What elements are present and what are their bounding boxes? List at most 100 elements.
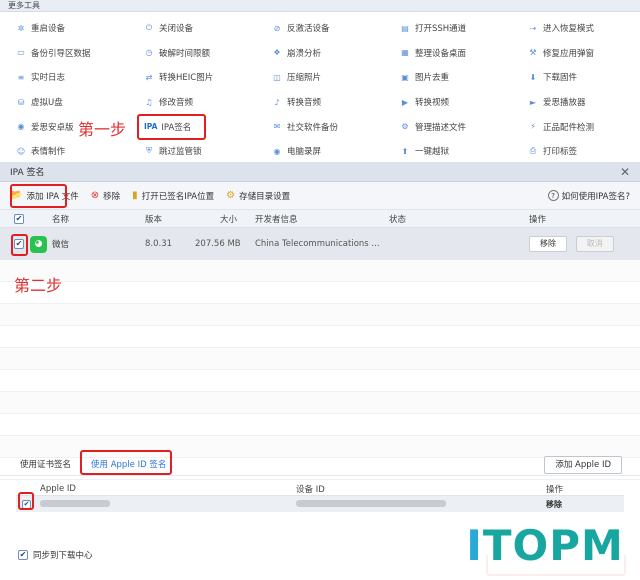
tool-item[interactable]: ❖ 崩溃分析 (256, 41, 384, 66)
clock-icon: ◷ (145, 48, 153, 58)
tool-item[interactable]: ⬇ 下载固件 (512, 65, 640, 90)
android-icon: ◉ (17, 122, 25, 132)
deactivate-icon: ⊘ (273, 23, 281, 33)
tool-item-label: 关闭设备 (159, 24, 194, 35)
col-version[interactable]: 版本 (145, 213, 195, 225)
gear-icon: ⚙ (226, 190, 236, 201)
tool-item-label: 图片去重 (415, 73, 450, 84)
audio-convert-icon: ♪ (274, 97, 280, 107)
backup-icon: ▭ (17, 48, 25, 58)
tool-item[interactable]: ► 爱思播放器 (512, 90, 640, 115)
add-appleid-button[interactable]: 添加 Apple ID (544, 456, 622, 474)
appleid-redacted (40, 499, 110, 507)
tool-item[interactable]: ⬆ 一键越狱 (384, 139, 512, 164)
select-all-checkbox[interactable]: ✔ (14, 213, 24, 224)
tool-item[interactable]: ♫ 修改音频 (128, 90, 256, 115)
accessory-check-icon: ⚡ (530, 122, 536, 132)
col-name[interactable]: 名称 (52, 213, 145, 225)
tool-item[interactable]: ⚙ 管理描述文件 (384, 114, 512, 139)
heic-icon: ⇄ (145, 72, 153, 82)
tool-item[interactable]: ▤ 打开SSH通道 (384, 16, 512, 41)
tool-item-label: 正品配件检测 (543, 122, 595, 133)
tool-item-label: 备份引导区数据 (31, 48, 91, 59)
supervision-icon: ⛨ (146, 146, 152, 156)
tool-item-label: 管理描述文件 (415, 122, 467, 133)
storage-settings-button[interactable]: ⚙ 存储目录设置 (226, 190, 290, 202)
help-icon: ? (547, 190, 559, 201)
open-location-label: 打开已签名IPA位置 (141, 191, 215, 202)
tool-item[interactable]: ◉ 电脑录屏 (256, 139, 384, 164)
tool-item-label: 电脑录屏 (287, 147, 322, 158)
sync-option[interactable]: ✔ 同步到下载中心 (18, 549, 93, 561)
remove-button[interactable]: ⊗ 移除 (91, 190, 120, 202)
tool-item[interactable]: ▭ 备份引导区数据 (0, 41, 128, 66)
tool-item-label: 社交软件备份 (287, 122, 339, 133)
row-remove-button[interactable]: 移除 (529, 236, 567, 252)
tool-item[interactable]: ◷ 破解时间限额 (128, 41, 256, 66)
watermark-letter-i: I (466, 520, 483, 570)
recovery-icon: ⇢ (529, 23, 537, 33)
dialog-toolbar: 📂 添加 IPA 文件 ⊗ 移除 ▮ 打开已签名IPA位置 ⚙ 存储目录设置 ?… (0, 182, 640, 210)
col-device-id: 设备 ID (296, 484, 325, 495)
tool-item[interactable]: ✉ 社交软件备份 (256, 114, 384, 139)
tool-item[interactable]: ▣ 图片去重 (384, 65, 512, 90)
help-link[interactable]: ? 如何使用IPA签名? (547, 190, 630, 202)
desktop-icon: ▦ (401, 48, 409, 58)
watermark-letters-topm: TOPM (482, 520, 624, 570)
tool-item-label: 重启设备 (31, 24, 66, 35)
tool-item[interactable]: ⇄ 转换HEIC图片 (128, 65, 256, 90)
tools-grid: ✲ 重启设备 ⏻ 关闭设备 ⊘ 反激活设备 ▤ 打开SSH通道 ⇢ 进入恢复模式 ▭ 备份引导区数据 ◷… (0, 12, 640, 164)
tool-item[interactable]: ⇢ 进入恢复模式 (512, 16, 640, 41)
remove-icon: ⊗ (90, 190, 100, 201)
tool-item-label: 表情制作 (31, 147, 66, 158)
audio-edit-icon: ♫ (145, 97, 153, 107)
tool-item-label: 转换HEIC图片 (159, 73, 214, 84)
col-action: 操作 (529, 214, 547, 225)
tool-item[interactable]: ⚒ 修复应用弹窗 (512, 41, 640, 66)
tool-item-label: 下载固件 (543, 73, 578, 84)
tool-item-label: 虚拟U盘 (31, 98, 63, 109)
appleid-row[interactable]: ✔ 移除 (16, 496, 624, 512)
sync-checkbox[interactable]: ✔ (18, 550, 28, 560)
video-convert-icon: ▶ (401, 97, 409, 107)
tool-item[interactable]: ⊘ 反激活设备 (256, 16, 384, 41)
tool-item-label: 一键越狱 (415, 147, 450, 158)
tool-item-label: 反激活设备 (287, 24, 330, 35)
tool-item[interactable]: ▶ 转换视频 (384, 90, 512, 115)
tool-item[interactable]: ⚡ 正品配件检测 (512, 114, 640, 139)
row-cancel-button[interactable]: 取消 (575, 236, 614, 252)
tool-item-label: 爱思播放器 (543, 98, 586, 109)
app-size: 207.56 MB (195, 239, 241, 249)
app-version: 8.0.31 (145, 239, 173, 249)
table-row[interactable]: ✔ ◕ 微信 8.0.31 207.56 MB China Telecommun… (0, 228, 640, 260)
tool-item[interactable]: ⏻ 关闭设备 (128, 16, 256, 41)
close-icon[interactable]: ✕ (620, 165, 630, 179)
tool-item-label: 转换视频 (415, 98, 450, 109)
tool-item-label: 破解时间限额 (159, 48, 211, 59)
tool-item[interactable]: ♪ 转换音频 (256, 90, 384, 115)
restart-icon: ✲ (17, 23, 25, 33)
folder-icon: ▮ (132, 190, 138, 201)
col-appleid: Apple ID (40, 483, 76, 494)
tool-item[interactable]: ✲ 重启设备 (0, 16, 128, 41)
ssh-icon: ▤ (401, 23, 409, 33)
sync-label: 同步到下载中心 (33, 551, 93, 561)
tool-item[interactable]: ☺ 表情制作 (0, 139, 128, 164)
tab-cert-sign[interactable]: 使用证书签名 (0, 458, 81, 470)
open-signed-location-button[interactable]: ▮ 打开已签名IPA位置 (132, 190, 214, 202)
tool-item[interactable]: ▦ 整理设备桌面 (384, 41, 512, 66)
tool-item-label: 修复应用弹窗 (543, 48, 595, 59)
wechat-icon: ◕ (30, 235, 47, 253)
tool-item[interactable]: ⛁ 虚拟U盘 (0, 90, 128, 115)
appleid-table-header: Apple ID 设备 ID 操作 (16, 482, 624, 496)
appleid-remove-button[interactable]: 移除 (546, 499, 562, 510)
step2-label: 第二步 (14, 276, 63, 295)
tool-item[interactable]: ⎙ 打印标签 (512, 139, 640, 164)
col-developer[interactable]: 开发者信息 (255, 213, 389, 225)
player-icon: ► (529, 97, 537, 107)
col-status[interactable]: 状态 (389, 213, 529, 225)
tool-item[interactable]: ◫ 压缩照片 (256, 65, 384, 90)
tool-item[interactable]: ⛨ 跳过监管锁 (128, 139, 256, 164)
col-size[interactable]: 大小 (195, 213, 255, 225)
tool-item[interactable]: ≡ 实时日志 (0, 65, 128, 90)
